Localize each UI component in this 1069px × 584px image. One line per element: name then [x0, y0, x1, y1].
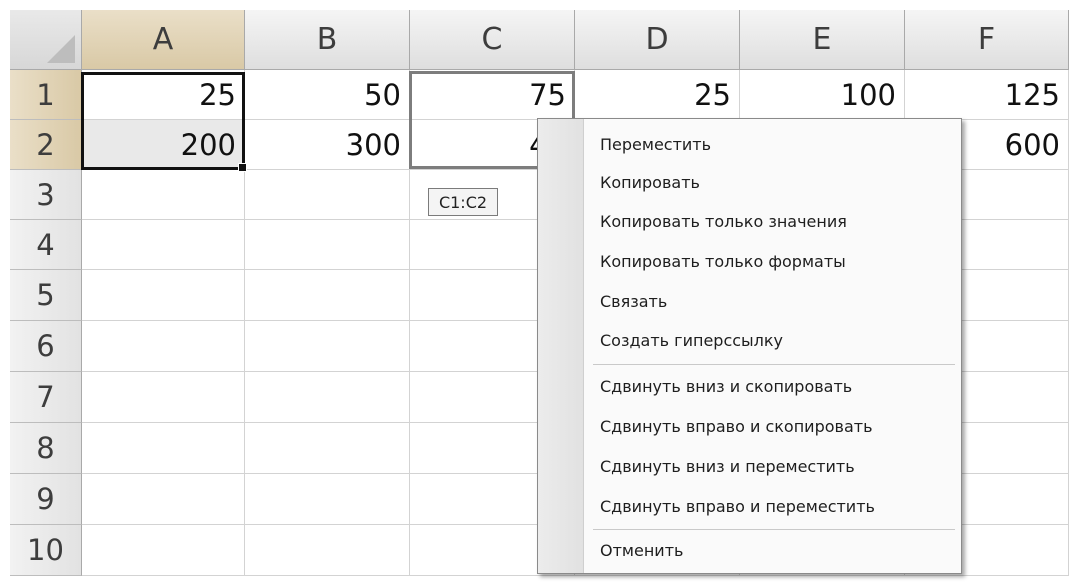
range-tooltip: C1:C2 — [428, 188, 498, 216]
cell-a5[interactable] — [82, 270, 245, 321]
cell-a8[interactable] — [82, 423, 245, 474]
menu-item-shift-right-move[interactable]: Сдвинуть вправо и переместить — [600, 491, 875, 521]
column-header-e[interactable]: E — [740, 10, 905, 70]
menu-item-copy[interactable]: Копировать — [600, 167, 700, 197]
select-all-button[interactable] — [10, 10, 82, 70]
row-header-7[interactable]: 7 — [10, 372, 82, 423]
cell-a7[interactable] — [82, 372, 245, 423]
menu-icon-gutter — [538, 119, 584, 573]
cell-b3[interactable] — [245, 170, 410, 220]
cell-b6[interactable] — [245, 321, 410, 372]
menu-item-copy-values-only[interactable]: Копировать только значения — [600, 206, 847, 236]
row-header-4[interactable]: 4 — [10, 220, 82, 270]
column-header-b[interactable]: B — [245, 10, 410, 70]
column-header-a[interactable]: A — [82, 10, 245, 70]
column-header-f[interactable]: F — [905, 10, 1069, 70]
cell-b8[interactable] — [245, 423, 410, 474]
menu-item-link[interactable]: Связать — [600, 286, 667, 316]
menu-separator — [593, 364, 955, 365]
cell-a9[interactable] — [82, 474, 245, 525]
cell-b1[interactable]: 50 — [245, 70, 410, 120]
cell-a3[interactable] — [82, 170, 245, 220]
select-all-icon — [47, 35, 75, 63]
menu-item-shift-right-copy[interactable]: Сдвинуть вправо и скопировать — [600, 411, 873, 441]
menu-separator — [593, 529, 955, 530]
menu-item-move[interactable]: Переместить — [600, 129, 711, 159]
cell-a10[interactable] — [82, 525, 245, 576]
menu-item-shift-down-copy[interactable]: Сдвинуть вниз и скопировать — [600, 371, 852, 401]
cell-a6[interactable] — [82, 321, 245, 372]
row-header-5[interactable]: 5 — [10, 270, 82, 321]
spreadsheet: A B C D E F 1 2 3 4 5 6 7 8 9 10 25 50 7… — [0, 0, 1069, 584]
cell-b5[interactable] — [245, 270, 410, 321]
row-header-8[interactable]: 8 — [10, 423, 82, 474]
row-header-2[interactable]: 2 — [10, 120, 82, 170]
row-header-9[interactable]: 9 — [10, 474, 82, 525]
row-header-3[interactable]: 3 — [10, 170, 82, 220]
row-header-6[interactable]: 6 — [10, 321, 82, 372]
cell-a1[interactable]: 25 — [82, 70, 245, 120]
row-header-10[interactable]: 10 — [10, 525, 82, 576]
menu-item-cancel[interactable]: Отменить — [600, 535, 683, 565]
row-header-1[interactable]: 1 — [10, 70, 82, 120]
cell-a4[interactable] — [82, 220, 245, 270]
cell-f1[interactable]: 125 — [905, 70, 1069, 120]
cell-b7[interactable] — [245, 372, 410, 423]
column-header-d[interactable]: D — [575, 10, 740, 70]
cell-b9[interactable] — [245, 474, 410, 525]
cell-a2[interactable]: 200 — [82, 120, 245, 170]
cell-b2[interactable]: 300 — [245, 120, 410, 170]
column-header-c[interactable]: C — [410, 10, 575, 70]
cell-c1[interactable]: 75 — [410, 70, 575, 120]
menu-item-create-hyperlink[interactable]: Создать гиперссылку — [600, 325, 783, 355]
menu-item-shift-down-move[interactable]: Сдвинуть вниз и переместить — [600, 451, 855, 481]
cell-b4[interactable] — [245, 220, 410, 270]
context-menu: Переместить Копировать Копировать только… — [537, 118, 962, 574]
menu-item-copy-formats-only[interactable]: Копировать только форматы — [600, 246, 846, 276]
cell-e1[interactable]: 100 — [740, 70, 905, 120]
cell-b10[interactable] — [245, 525, 410, 576]
cell-d1[interactable]: 25 — [575, 70, 740, 120]
